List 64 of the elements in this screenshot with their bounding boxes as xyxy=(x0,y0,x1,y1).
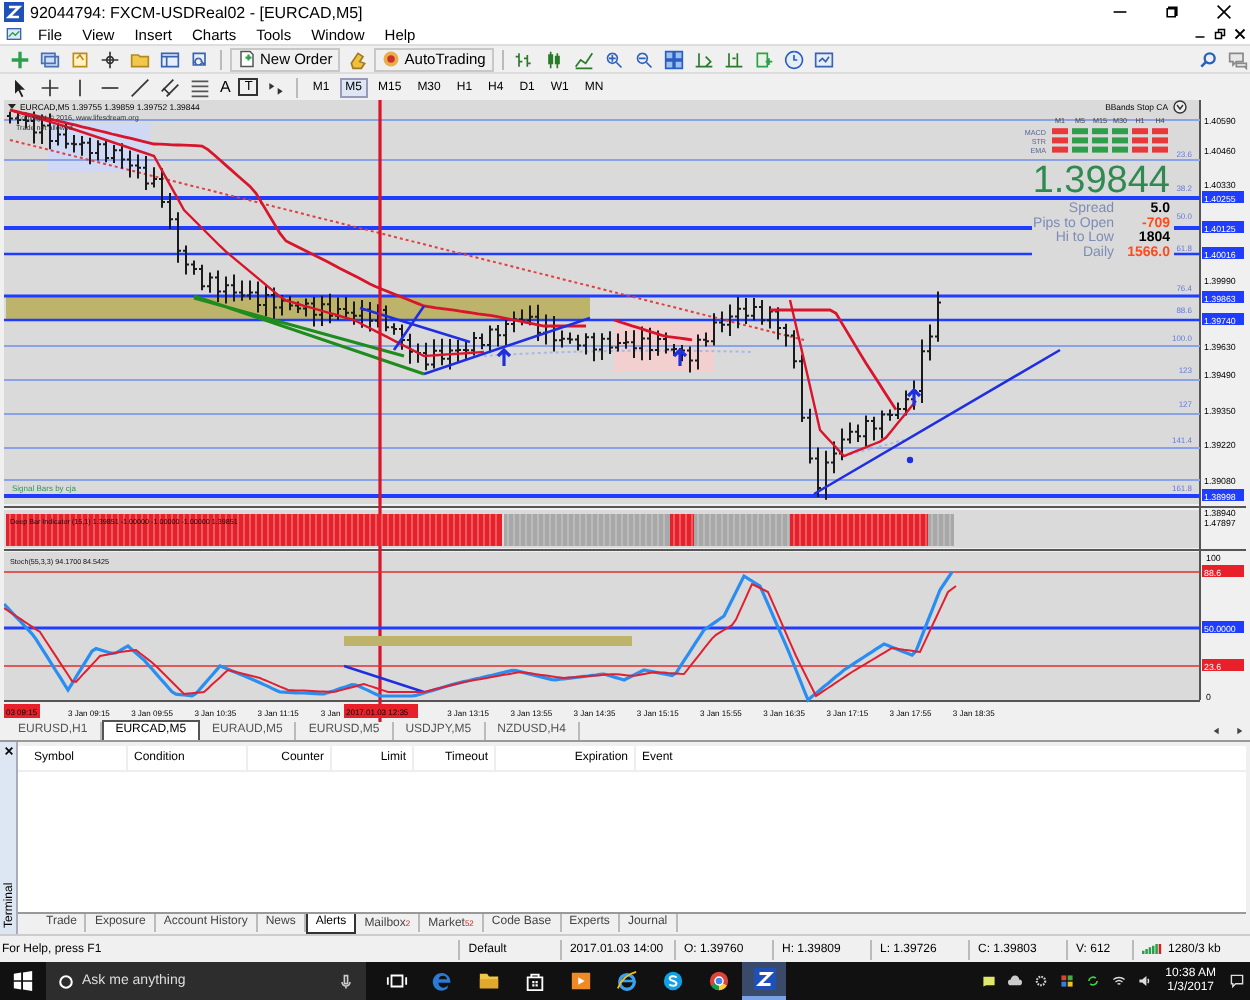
restore-icon[interactable] xyxy=(1214,28,1226,40)
cloud-icon[interactable] xyxy=(1007,974,1022,988)
connection-bars-icon xyxy=(1142,944,1162,954)
speaker-icon[interactable] xyxy=(1137,974,1152,988)
close-icon[interactable] xyxy=(3,746,13,756)
wifi-icon[interactable] xyxy=(1111,974,1126,988)
app-logo-icon xyxy=(753,968,775,990)
text-tool[interactable]: A xyxy=(216,78,235,96)
scroll-right-icon[interactable] xyxy=(1234,726,1244,736)
restore-icon[interactable] xyxy=(1164,4,1180,20)
task-view-icon[interactable] xyxy=(386,970,408,992)
chrome-icon[interactable] xyxy=(708,970,730,992)
candlestick-icon[interactable] xyxy=(544,49,565,69)
internet-explorer-icon[interactable] xyxy=(616,970,638,992)
channel-icon[interactable] xyxy=(159,77,179,97)
line-chart-icon[interactable] xyxy=(574,49,595,69)
media-player-icon[interactable] xyxy=(570,970,592,992)
arrows-icon[interactable] xyxy=(265,77,286,97)
template-icon[interactable] xyxy=(814,49,835,69)
skype-icon[interactable] xyxy=(662,970,684,992)
profiles-icon[interactable] xyxy=(39,49,59,69)
indicator-button[interactable] xyxy=(1173,100,1187,114)
trendline-icon[interactable] xyxy=(129,77,149,97)
crosshair-icon[interactable] xyxy=(39,77,59,97)
edge-browser-icon[interactable] xyxy=(432,970,454,992)
new-chart-icon[interactable] xyxy=(9,49,29,69)
clock-icon[interactable] xyxy=(784,49,805,69)
zoom-out-icon[interactable] xyxy=(634,49,655,69)
collapse-icon[interactable] xyxy=(8,104,16,109)
market-watch-icon[interactable] xyxy=(69,49,89,69)
sync-icon[interactable] xyxy=(1085,974,1100,988)
zoom-in-icon[interactable] xyxy=(604,49,625,69)
taskbar-app-button[interactable] xyxy=(742,962,786,1000)
gear-icon[interactable] xyxy=(1033,974,1048,988)
notification-icon[interactable] xyxy=(1230,974,1244,988)
order-icon xyxy=(238,50,256,68)
store-bag-icon[interactable] xyxy=(524,970,546,992)
bar-chart-icon[interactable] xyxy=(514,49,535,69)
start-icon[interactable] xyxy=(12,970,34,992)
tile-windows-icon[interactable] xyxy=(664,49,685,69)
indicators-icon[interactable] xyxy=(754,49,775,69)
window-title: 92044794: FXCM-USDReal02 - [EURCAD,M5] xyxy=(30,3,363,21)
grid-icon[interactable] xyxy=(1059,974,1074,988)
close-icon[interactable] xyxy=(1234,28,1246,40)
search-icon[interactable] xyxy=(1197,49,1217,69)
cursor-icon[interactable] xyxy=(9,77,29,97)
chart-window-icon xyxy=(6,26,22,42)
close-icon[interactable] xyxy=(1216,4,1232,20)
crosshair-icon[interactable] xyxy=(99,49,119,69)
magnifier-icon[interactable] xyxy=(189,49,209,69)
note-icon[interactable] xyxy=(981,974,996,988)
robot-icon xyxy=(382,50,401,68)
auto-scroll-icon[interactable] xyxy=(694,49,715,69)
current-price: 1.39844 xyxy=(1032,160,1170,202)
hand-icon[interactable] xyxy=(347,49,368,69)
marker-dot xyxy=(906,456,914,464)
fibonacci-icon[interactable] xyxy=(189,77,209,97)
window-icon[interactable] xyxy=(159,49,179,69)
cortana-icon xyxy=(58,973,74,989)
microphone-icon xyxy=(338,973,354,989)
folder-icon[interactable] xyxy=(478,970,500,992)
scroll-left-icon[interactable] xyxy=(1212,726,1222,736)
chart-shift-icon[interactable] xyxy=(724,49,745,69)
chat-icon[interactable] xyxy=(1227,49,1247,69)
